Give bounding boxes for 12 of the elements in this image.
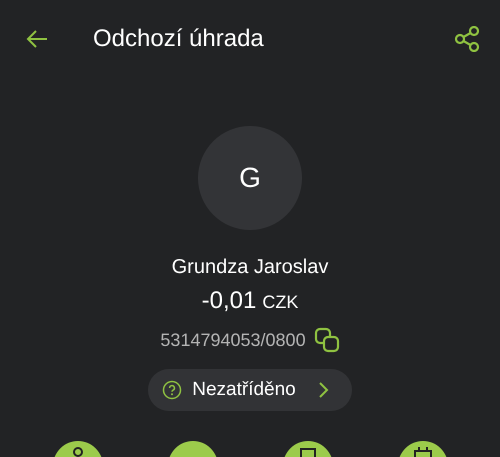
- chevron-icon: [318, 381, 330, 399]
- account-number: 5314794053/0800: [160, 330, 306, 350]
- counterparty-name: Grundza Jaroslav: [172, 256, 328, 279]
- question-icon: [162, 380, 182, 400]
- amount: -0,01: [202, 287, 256, 315]
- category-button[interactable]: Nezatříděno: [148, 369, 352, 411]
- copy-icon[interactable]: [314, 327, 340, 353]
- share-icon[interactable]: [454, 26, 480, 52]
- currency: CZK: [262, 292, 298, 313]
- screen-title: Odchozí úhrada: [93, 25, 265, 53]
- back-icon[interactable]: [25, 29, 49, 49]
- avatar: G: [198, 126, 302, 230]
